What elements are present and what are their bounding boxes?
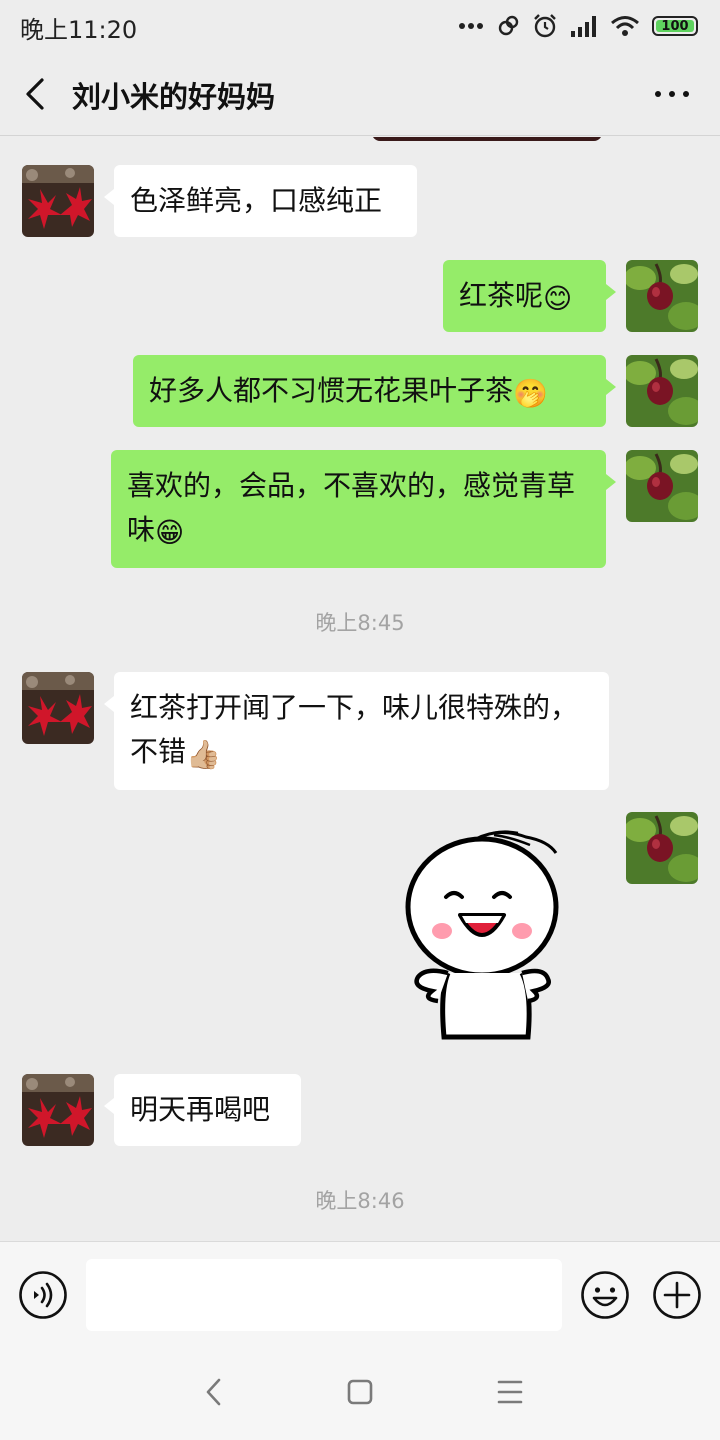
my-avatar[interactable] (626, 812, 698, 884)
contact-avatar[interactable] (22, 672, 94, 744)
system-menu-icon[interactable] (494, 1374, 526, 1410)
sync-icon (498, 15, 519, 36)
chat-header: 刘小米的好妈妈 (0, 52, 720, 136)
my-avatar[interactable] (626, 355, 698, 427)
message-text: 好多人都不习惯无花果叶子茶 (149, 374, 514, 407)
message-text-line: 味 (127, 513, 156, 546)
back-arrow-icon[interactable] (18, 74, 54, 114)
smiling-sticker[interactable] (398, 827, 568, 1042)
system-back-icon[interactable] (198, 1374, 230, 1410)
my-avatar[interactable] (626, 450, 698, 522)
message-text: 明天再喝吧 (130, 1093, 271, 1126)
signal-icon (571, 16, 596, 37)
battery-indicator: 100 (652, 16, 698, 36)
system-navigation-bar (0, 1344, 720, 1440)
more-options-icon[interactable] (652, 82, 692, 106)
message-text-line: 红茶打开闻了一下，味儿很特殊的， (130, 691, 579, 724)
alarm-icon (534, 14, 556, 38)
image-message-partial[interactable] (372, 137, 602, 141)
status-bar: 晚上11:20 100 (0, 0, 720, 52)
thumbs-up-emoji: 👍🏼 (186, 738, 221, 771)
message-bubble-incoming[interactable]: 明天再喝吧 (104, 1074, 301, 1146)
message-bubble-incoming[interactable]: 色泽鲜亮，口感纯正 (104, 165, 417, 237)
message-bubble-outgoing[interactable]: 好多人都不习惯无花果叶子茶🤭 (133, 355, 616, 427)
smiling-face-emoji: 😊 (543, 282, 573, 315)
message-bubble-outgoing[interactable]: 喜欢的，会品，不喜欢的，感觉青草 味😁 (111, 450, 616, 568)
message-input-bar (0, 1241, 720, 1344)
message-text: 红茶呢 (459, 279, 544, 312)
message-list[interactable]: 色泽鲜亮，口感纯正 红茶呢😊 好多人都不习惯无花果叶子茶🤭 喜欢的，会品，不喜欢… (0, 137, 720, 1241)
hand-over-mouth-emoji: 🤭 (513, 377, 548, 410)
system-home-icon[interactable] (344, 1374, 376, 1410)
grinning-face-emoji: 😁 (155, 516, 185, 549)
chat-title: 刘小米的好妈妈 (72, 80, 276, 114)
status-time: 晚上11:20 (20, 16, 138, 44)
message-input[interactable] (86, 1259, 562, 1331)
message-text-line: 喜欢的，会品，不喜欢的，感觉青草 (127, 469, 576, 502)
message-text: 色泽鲜亮，口感纯正 (130, 184, 383, 217)
message-timestamp: 晚上8:45 (315, 611, 405, 635)
message-bubble-incoming[interactable]: 红茶打开闻了一下，味儿很特殊的， 不错👍🏼 (104, 672, 609, 790)
contact-avatar[interactable] (22, 165, 94, 237)
message-bubble-outgoing[interactable]: 红茶呢😊 (443, 260, 616, 332)
add-attachment-icon[interactable] (652, 1270, 702, 1320)
contact-avatar[interactable] (22, 1074, 94, 1146)
wifi-icon (611, 16, 639, 36)
message-text-line: 不错 (130, 735, 187, 768)
status-icons: 100 (458, 12, 698, 40)
message-timestamp: 晚上8:46 (315, 1189, 405, 1213)
more-dots-icon (459, 23, 483, 29)
my-avatar[interactable] (626, 260, 698, 332)
battery-level: 100 (661, 18, 689, 34)
voice-input-icon[interactable] (18, 1270, 68, 1320)
emoji-picker-icon[interactable] (580, 1270, 630, 1320)
